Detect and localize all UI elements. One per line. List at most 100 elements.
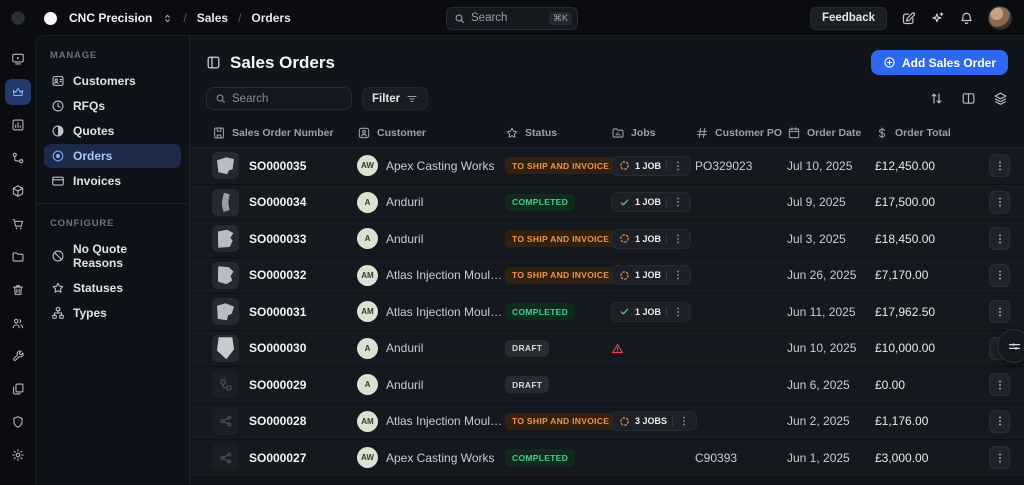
global-search[interactable]: Search ⌘K <box>446 7 578 30</box>
part-thumbnail[interactable] <box>212 189 239 216</box>
column-header-customer-po[interactable]: Customer PO <box>695 126 787 140</box>
sparkles-icon[interactable] <box>930 11 945 26</box>
part-placeholder-thumbnail[interactable] <box>212 408 239 435</box>
table-search-input[interactable]: Search <box>206 87 352 110</box>
rail-item-tools[interactable] <box>5 343 31 369</box>
jobs-chip[interactable]: 1 JOB <box>611 156 691 176</box>
column-header-jobs[interactable]: Jobs <box>611 126 695 140</box>
row-menu-button[interactable] <box>989 191 1010 214</box>
sidebar-item-no-quote-reasons[interactable]: No Quote Reasons <box>44 237 181 275</box>
sales-order-number[interactable]: SO000033 <box>249 232 306 246</box>
user-avatar[interactable] <box>988 6 1012 30</box>
breadcrumb-sales[interactable]: Sales <box>197 11 228 25</box>
row-menu-button[interactable] <box>989 446 1010 469</box>
compose-icon[interactable] <box>901 11 916 26</box>
customer-name[interactable]: Anduril <box>386 378 423 392</box>
filter-button[interactable]: Filter <box>362 87 428 110</box>
jobs-chip[interactable]: 1 JOB <box>611 192 691 212</box>
bell-icon[interactable] <box>959 11 974 26</box>
customer-name[interactable]: Anduril <box>386 341 423 355</box>
feedback-button[interactable]: Feedback <box>810 7 887 30</box>
part-placeholder-thumbnail[interactable] <box>212 371 239 398</box>
table-row[interactable]: SO000032 AM Atlas Injection Moulding TO … <box>190 258 1024 295</box>
customer-name[interactable]: Anduril <box>386 195 423 209</box>
rail-item-files[interactable] <box>5 244 31 270</box>
rail-item-analytics[interactable] <box>5 112 31 138</box>
sidebar-item-customers[interactable]: Customers <box>44 69 181 93</box>
layers-icon[interactable] <box>993 91 1008 106</box>
jobs-menu-icon[interactable] <box>672 196 684 208</box>
customer-name[interactable]: Atlas Injection Moulding <box>386 414 505 428</box>
customer-name[interactable]: Atlas Injection Moulding <box>386 268 505 282</box>
rail-item-monitor[interactable] <box>5 46 31 72</box>
rail-item-settings[interactable] <box>5 442 31 468</box>
rail-item-security[interactable] <box>5 409 31 435</box>
add-sales-order-button[interactable]: Add Sales Order <box>871 50 1008 75</box>
sidebar-item-statuses[interactable]: Statuses <box>44 276 181 300</box>
rail-item-crown[interactable] <box>5 79 31 105</box>
sales-order-number[interactable]: SO000028 <box>249 414 306 428</box>
jobs-chip[interactable]: 1 JOB <box>611 265 691 285</box>
rail-item-people[interactable] <box>5 310 31 336</box>
part-thumbnail[interactable] <box>212 262 239 289</box>
sidebar-item-invoices[interactable]: Invoices <box>44 169 181 193</box>
table-row[interactable]: SO000033 A Anduril TO SHIP AND INVOICE 1… <box>190 221 1024 258</box>
jobs-chip[interactable]: 3 JOBS <box>611 411 697 431</box>
sales-order-number[interactable]: SO000030 <box>249 341 306 355</box>
table-settings-fab[interactable] <box>997 329 1024 363</box>
sales-order-number[interactable]: SO000034 <box>249 195 306 209</box>
customer-name[interactable]: Anduril <box>386 232 423 246</box>
row-menu-button[interactable] <box>989 264 1010 287</box>
sales-order-number[interactable]: SO000029 <box>249 378 306 392</box>
part-thumbnail[interactable] <box>212 335 239 362</box>
row-menu-button[interactable] <box>989 300 1010 323</box>
part-thumbnail[interactable] <box>212 298 239 325</box>
part-thumbnail[interactable] <box>212 152 239 179</box>
org-avatar[interactable] <box>44 12 57 25</box>
jobs-chip[interactable]: 1 JOB <box>611 302 691 322</box>
column-header-order-date[interactable]: Order Date <box>787 126 875 140</box>
customer-name[interactable]: Apex Casting Works <box>386 159 495 173</box>
customer-name[interactable]: Apex Casting Works <box>386 451 495 465</box>
rail-item-workflow[interactable] <box>5 145 31 171</box>
jobs-menu-icon[interactable] <box>672 160 684 172</box>
chevrons-up-down-icon[interactable] <box>162 13 173 24</box>
column-header-customer[interactable]: Customer <box>357 126 505 140</box>
row-menu-button[interactable] <box>989 373 1010 396</box>
sales-order-number[interactable]: SO000035 <box>249 159 306 173</box>
app-logo-icon[interactable] <box>10 10 26 26</box>
column-header-sales-order-number[interactable]: Sales Order Number <box>212 126 357 140</box>
part-placeholder-thumbnail[interactable] <box>212 444 239 471</box>
jobs-menu-icon[interactable] <box>672 233 684 245</box>
column-header-status[interactable]: Status <box>505 126 611 140</box>
sales-order-number[interactable]: SO000032 <box>249 268 306 282</box>
customer-name[interactable]: Atlas Injection Moulding <box>386 305 505 319</box>
breadcrumb-orders[interactable]: Orders <box>251 11 290 25</box>
column-header-order-total[interactable]: Order Total <box>875 126 973 140</box>
jobs-menu-icon[interactable] <box>672 269 684 281</box>
table-row[interactable]: SO000030 A Anduril DRAFT Jun 10, 2025 £1… <box>190 331 1024 368</box>
rail-item-bin[interactable] <box>5 277 31 303</box>
jobs-menu-icon[interactable] <box>672 306 684 318</box>
rail-item-purchasing[interactable] <box>5 211 31 237</box>
columns-icon[interactable] <box>961 91 976 106</box>
row-menu-button[interactable] <box>989 410 1010 433</box>
rail-item-parts[interactable] <box>5 178 31 204</box>
org-name[interactable]: CNC Precision <box>69 11 152 25</box>
row-menu-button[interactable] <box>989 227 1010 250</box>
rail-item-documents[interactable] <box>5 376 31 402</box>
sidebar-item-orders[interactable]: Orders <box>44 144 181 168</box>
table-row[interactable]: SO000031 AM Atlas Injection Moulding COM… <box>190 294 1024 331</box>
table-row[interactable]: SO000035 AW Apex Casting Works TO SHIP A… <box>190 148 1024 185</box>
sort-icon[interactable] <box>929 91 944 106</box>
table-row[interactable]: SO000029 A Anduril DRAFT Jun 6, 2025 £0.… <box>190 367 1024 404</box>
sales-order-number[interactable]: SO000031 <box>249 305 306 319</box>
table-row[interactable]: SO000027 AW Apex Casting Works COMPLETED… <box>190 440 1024 477</box>
sidebar-item-quotes[interactable]: Quotes <box>44 119 181 143</box>
table-row[interactable]: SO000034 A Anduril COMPLETED 1 JOB Jul 9… <box>190 185 1024 222</box>
jobs-chip[interactable]: 1 JOB <box>611 229 691 249</box>
sidebar-item-types[interactable]: Types <box>44 301 181 325</box>
sidebar-item-rfqs[interactable]: RFQs <box>44 94 181 118</box>
sales-order-number[interactable]: SO000027 <box>249 451 306 465</box>
jobs-menu-icon[interactable] <box>678 415 690 427</box>
